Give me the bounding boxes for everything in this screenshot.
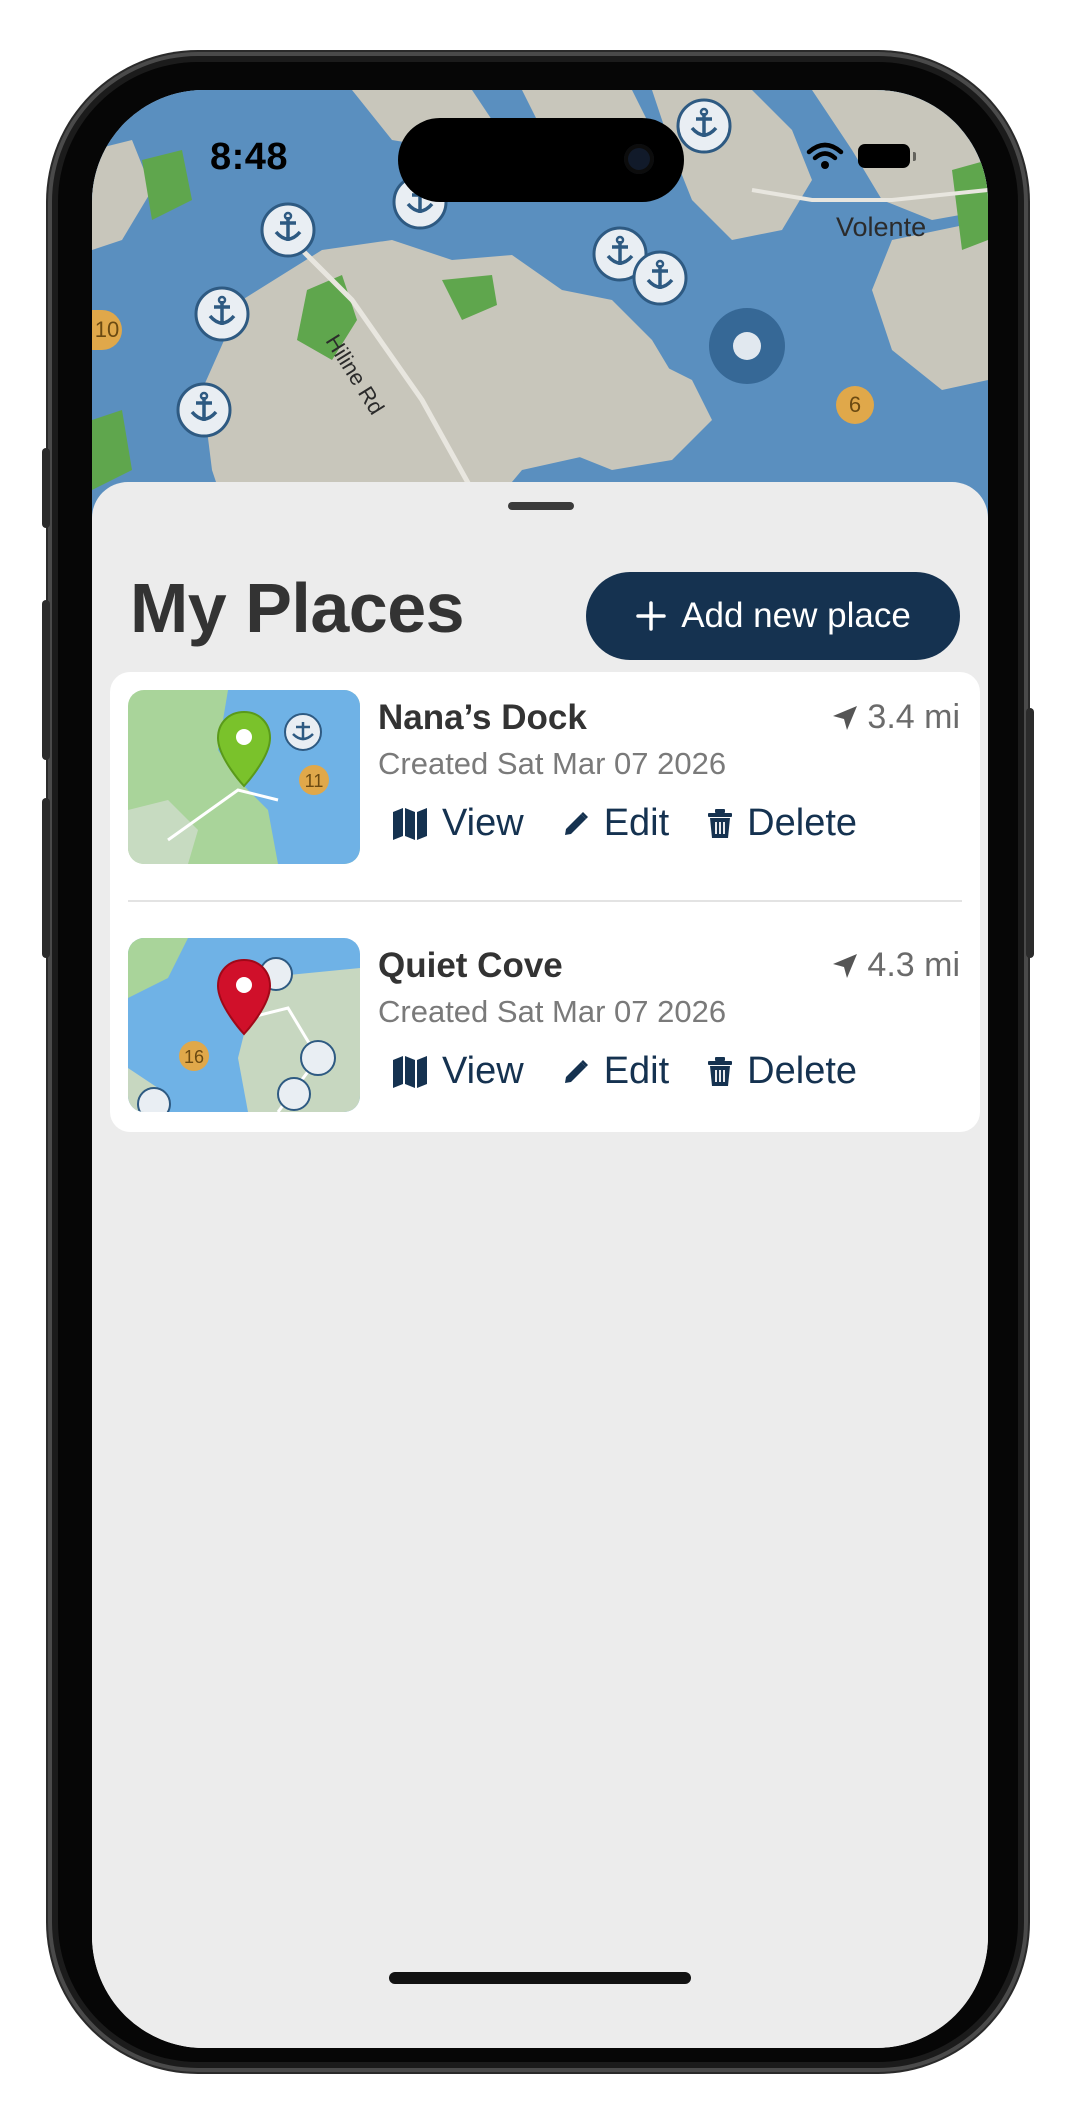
map-cluster-count: 10 [94, 317, 120, 342]
view-button-label: View [442, 1050, 524, 1092]
map-pin-icon [216, 710, 272, 788]
places-list: 11 Nana’s Dock 3.4 mi Created Sat Mar 07… [110, 672, 980, 1132]
place-created-date: Created Sat Mar 07 2026 [378, 746, 727, 781]
action-button [42, 448, 50, 528]
thumb-badge-count: 16 [184, 1047, 204, 1067]
view-button-label: View [442, 802, 524, 844]
add-new-place-button[interactable]: Add new place [586, 572, 960, 660]
thumb-badge-count: 11 [305, 771, 324, 791]
delete-button[interactable]: Delete [707, 802, 857, 845]
place-distance-value: 4.3 mi [867, 946, 960, 984]
list-item[interactable]: 11 Nana’s Dock 3.4 mi Created Sat Mar 07… [128, 690, 962, 864]
volume-down-button [42, 798, 50, 958]
place-created-date: Created Sat Mar 07 2026 [378, 994, 727, 1029]
place-thumbnail[interactable]: 11 [128, 690, 360, 864]
trash-icon [708, 1056, 733, 1086]
volume-up-button [42, 600, 50, 760]
edit-button[interactable]: Edit [562, 1050, 669, 1093]
front-camera [624, 144, 654, 174]
map-pin-icon [216, 958, 272, 1036]
place-distance: 3.4 mi [831, 698, 960, 737]
place-actions: View Edit Delete [392, 802, 857, 845]
sheet-drag-handle[interactable] [508, 502, 574, 510]
map-icon [393, 807, 427, 840]
place-name: Quiet Cove [378, 946, 563, 985]
anchor-icon[interactable] [260, 202, 316, 258]
delete-button-label: Delete [747, 802, 858, 844]
pencil-icon [564, 811, 588, 835]
anchor-icon[interactable] [632, 250, 688, 306]
page-title: My Places [130, 569, 465, 647]
anchor-icon[interactable] [176, 382, 232, 438]
battery-icon [858, 144, 916, 168]
plus-icon [636, 601, 666, 631]
anchor-icon[interactable] [676, 98, 732, 154]
power-button [1026, 708, 1034, 958]
dynamic-island [398, 118, 684, 202]
place-distance-value: 3.4 mi [867, 698, 960, 736]
status-icons [806, 142, 916, 170]
edit-button[interactable]: Edit [562, 802, 669, 845]
screen: Volente Hiline Rd 10 6 8:48 My Places Ad… [92, 90, 988, 2048]
add-new-place-label: Add new place [681, 596, 911, 635]
place-distance: 4.3 mi [831, 946, 960, 985]
pencil-icon [564, 1059, 588, 1083]
location-arrow-icon [833, 953, 858, 978]
map-cluster-badge[interactable]: 6 [836, 386, 874, 424]
list-divider [128, 900, 962, 902]
trash-icon [708, 808, 733, 838]
location-arrow-icon [833, 705, 858, 730]
map-place-label: Volente [836, 212, 927, 242]
anchor-icon[interactable] [194, 286, 250, 342]
list-item[interactable]: 16 Quiet Cove 4.3 mi Created Sat Mar 07 … [128, 938, 962, 1112]
place-name: Nana’s Dock [378, 698, 587, 737]
home-indicator[interactable] [389, 1972, 691, 1984]
view-button[interactable]: View [392, 1050, 524, 1093]
delete-button-label: Delete [747, 1050, 858, 1092]
edit-button-label: Edit [603, 1050, 670, 1092]
place-thumbnail[interactable]: 16 [128, 938, 360, 1112]
map-icon [393, 1055, 427, 1088]
delete-button[interactable]: Delete [707, 1050, 857, 1093]
edit-button-label: Edit [603, 802, 670, 844]
place-actions: View Edit Delete [392, 1050, 857, 1093]
bottom-sheet: My Places Add new place 11 Nana’s Dock 3… [92, 482, 988, 2048]
view-button[interactable]: View [392, 802, 524, 845]
wifi-icon [806, 142, 844, 169]
status-time: 8:48 [210, 136, 289, 178]
map-cluster-count: 6 [848, 392, 862, 417]
